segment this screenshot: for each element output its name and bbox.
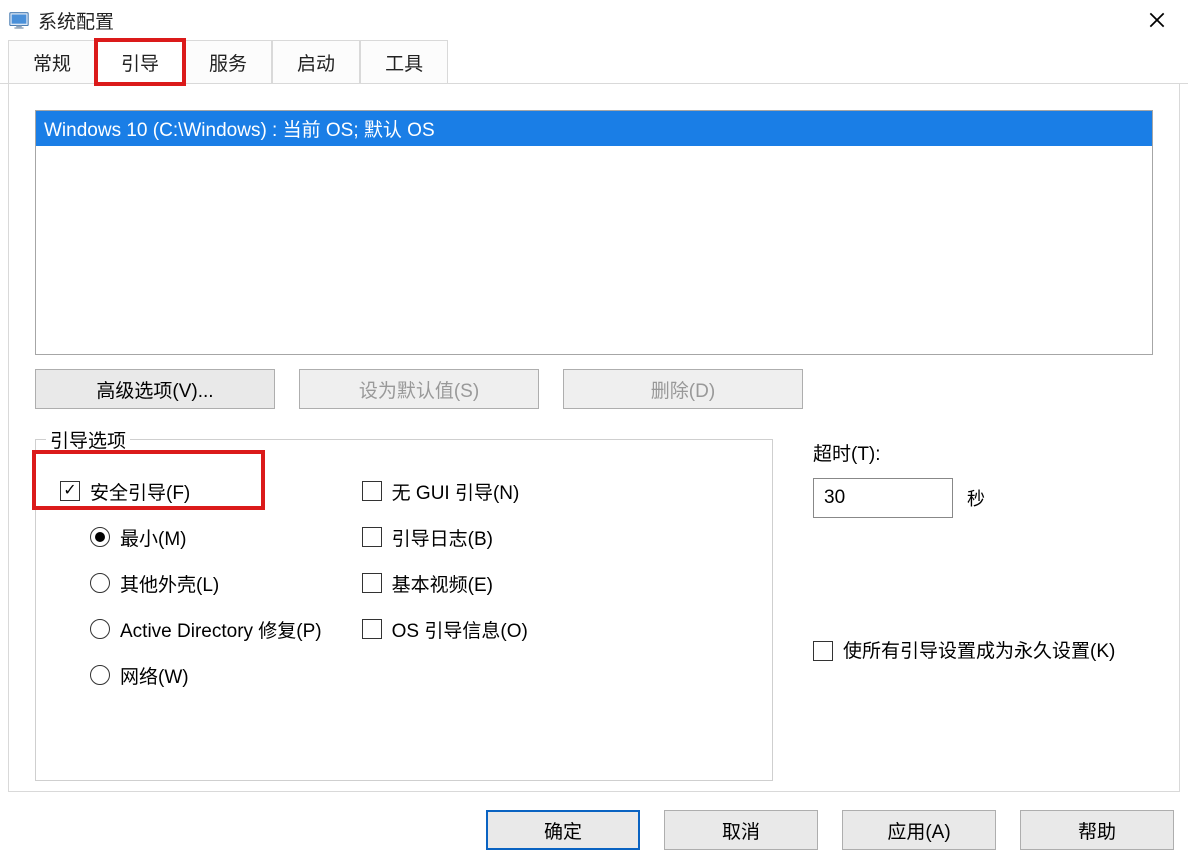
radio-icon: [90, 619, 110, 639]
tab-boot[interactable]: 引导: [96, 40, 184, 84]
permanent-label: 使所有引导设置成为永久设置(K): [843, 638, 1115, 667]
boot-options-right: 无 GUI 引导(N) 引导日志(B) 基本视频(E) OS 引导信息: [362, 468, 528, 698]
set-default-button: 设为默认值(S): [299, 369, 539, 409]
checkbox-icon: [362, 481, 382, 501]
permanent-checkbox[interactable]: 使所有引导设置成为永久设置(K): [813, 638, 1153, 667]
ad-repair-label: Active Directory 修复(P): [120, 616, 322, 643]
system-config-window: 系统配置 常规 引导 服务 启动 工具 Windows 10 (C:\Windo…: [0, 0, 1188, 862]
safe-boot-label: 安全引导(F): [90, 478, 190, 505]
titlebar: 系统配置: [0, 0, 1188, 40]
help-button[interactable]: 帮助: [1020, 810, 1174, 850]
minimal-radio[interactable]: 最小(M): [60, 514, 322, 560]
ad-repair-radio[interactable]: Active Directory 修复(P): [60, 606, 322, 652]
tab-startup[interactable]: 启动: [272, 40, 360, 83]
no-gui-checkbox[interactable]: 无 GUI 引导(N): [362, 468, 528, 514]
checkbox-icon: [362, 573, 382, 593]
timeout-input[interactable]: [813, 478, 953, 518]
alt-shell-radio[interactable]: 其他外壳(L): [60, 560, 322, 606]
apply-button[interactable]: 应用(A): [842, 810, 996, 850]
checkbox-icon: [60, 481, 80, 501]
radio-icon: [90, 573, 110, 593]
tab-general[interactable]: 常规: [8, 40, 96, 83]
boot-options-group: 引导选项 安全引导(F) 最小(M): [35, 439, 773, 781]
app-icon: [8, 9, 30, 31]
radio-icon: [90, 527, 110, 547]
boot-tab-panel: Windows 10 (C:\Windows) : 当前 OS; 默认 OS 高…: [8, 84, 1180, 792]
close-button[interactable]: [1134, 0, 1180, 40]
checkbox-icon: [362, 527, 382, 547]
safe-boot-checkbox[interactable]: 安全引导(F): [60, 468, 322, 514]
base-video-checkbox[interactable]: 基本视频(E): [362, 560, 528, 606]
dialog-button-row: 确定 取消 应用(A) 帮助: [0, 792, 1188, 862]
radio-icon: [90, 665, 110, 685]
delete-button: 删除(D): [563, 369, 803, 409]
lower-area: 引导选项 安全引导(F) 最小(M): [35, 439, 1153, 781]
boot-options-left: 安全引导(F) 最小(M) 其他外壳(L) Active Direct: [60, 468, 322, 698]
cancel-button[interactable]: 取消: [664, 810, 818, 850]
advanced-options-button[interactable]: 高级选项(V)...: [35, 369, 275, 409]
timeout-unit: 秒: [967, 485, 985, 511]
base-video-label: 基本视频(E): [392, 570, 493, 597]
os-button-row: 高级选项(V)... 设为默认值(S) 删除(D): [35, 369, 1153, 409]
tab-strip: 常规 引导 服务 启动 工具: [0, 40, 1188, 84]
alt-shell-label: 其他外壳(L): [120, 570, 219, 597]
os-info-checkbox[interactable]: OS 引导信息(O): [362, 606, 528, 652]
tab-services[interactable]: 服务: [184, 40, 272, 83]
network-radio[interactable]: 网络(W): [60, 652, 322, 698]
checkbox-icon: [362, 619, 382, 639]
os-info-label: OS 引导信息(O): [392, 616, 528, 643]
boot-options-legend: 引导选项: [46, 426, 130, 453]
tab-tools[interactable]: 工具: [360, 40, 448, 83]
minimal-label: 最小(M): [120, 524, 186, 551]
boot-log-checkbox[interactable]: 引导日志(B): [362, 514, 528, 560]
os-list[interactable]: Windows 10 (C:\Windows) : 当前 OS; 默认 OS: [35, 110, 1153, 355]
checkbox-icon: [813, 641, 833, 661]
os-list-item[interactable]: Windows 10 (C:\Windows) : 当前 OS; 默认 OS: [36, 111, 1152, 146]
no-gui-label: 无 GUI 引导(N): [392, 478, 520, 505]
network-label: 网络(W): [120, 662, 189, 689]
timeout-area: 超时(T): 秒 使所有引导设置成为永久设置(K): [813, 439, 1153, 781]
boot-log-label: 引导日志(B): [392, 524, 493, 551]
timeout-label: 超时(T):: [813, 439, 1153, 466]
ok-button[interactable]: 确定: [486, 810, 640, 850]
window-title: 系统配置: [38, 7, 1134, 34]
